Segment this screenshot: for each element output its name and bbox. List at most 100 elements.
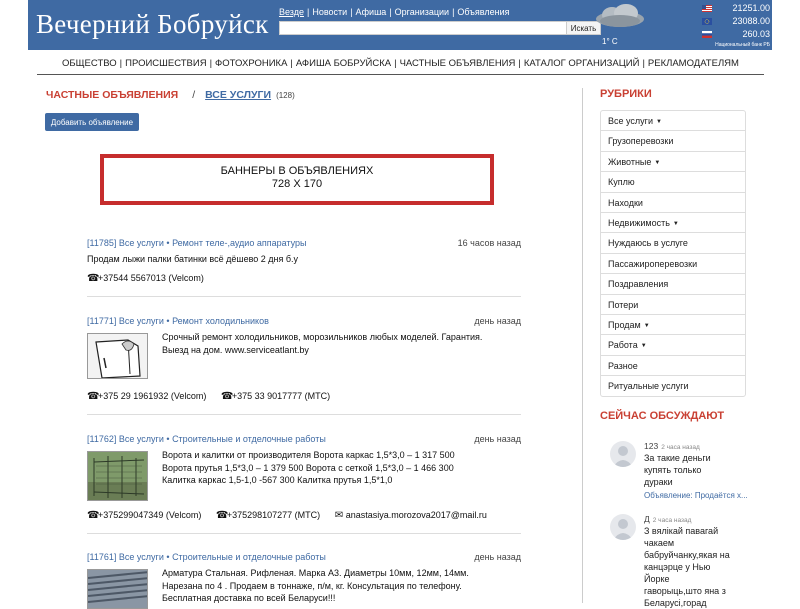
discussing-title: СЕЙЧАС ОБСУЖДАЮТ <box>600 410 725 422</box>
ad-item: [11762] Все услуги • Строительные и отде… <box>87 433 521 501</box>
ad-thumbnail[interactable] <box>87 451 148 501</box>
ad-subcategory[interactable]: Ремонт холодильников <box>172 316 269 326</box>
ad-text: Продам лыжи палки батинки всё дёшево 2 д… <box>87 253 521 266</box>
rubric-item-buy[interactable]: Куплю <box>601 172 745 193</box>
ad-id[interactable]: [11771] <box>87 316 116 326</box>
contact-email[interactable]: ✉ anastasiya.morozova2017@mail.ru <box>335 510 487 521</box>
nav-photochronicle[interactable]: ФОТОХРОНИКА <box>215 58 287 69</box>
ad-category[interactable]: Все услуги <box>119 238 164 248</box>
comment-line: дураки <box>644 477 673 487</box>
search-input[interactable] <box>280 22 540 34</box>
search-scope-links: Везде | Новости | Афиша | Организации | Объявлен… <box>279 7 510 17</box>
ad-id[interactable]: [11762] <box>87 434 116 444</box>
contact-phone[interactable]: ☎+375 29 1961932 (Velcom) <box>87 391 206 402</box>
contact-value: +37544 5567013 (Velcom) <box>98 273 204 283</box>
contact-phone[interactable]: ☎+375298107277 (МТС) <box>216 510 320 521</box>
caret-down-icon: ▼ <box>672 220 679 227</box>
phone-icon: ☎ <box>220 391 234 402</box>
nav-afisha[interactable]: АФИША БОБРУЙСКА <box>296 58 391 69</box>
caret-down-icon: ▼ <box>655 119 662 125</box>
ad-category[interactable]: Все услуги <box>119 552 164 562</box>
rubric-item-found[interactable]: Находки <box>601 193 745 213</box>
nav-incidents[interactable]: ПРОИСШЕСТВИЯ <box>125 58 206 69</box>
caret-down-icon: ▼ <box>640 343 647 350</box>
phone-icon: ☎ <box>87 510 100 521</box>
breadcrumb-separator: / <box>192 89 196 101</box>
comment-text: За такие деньги купять только дураки <box>644 452 750 488</box>
rubric-label: Находки <box>608 197 643 208</box>
rubric-item-cargo[interactable]: Грузоперевозки <box>601 131 745 152</box>
rubric-label: Работа <box>608 340 638 351</box>
contact-phone[interactable]: ☎+37544 5567013 (Velcom) <box>87 273 204 284</box>
breadcrumb-current[interactable]: ВСЕ УСЛУГИ <box>205 89 271 101</box>
ads-count: (128) <box>276 91 295 100</box>
breadcrumb-section[interactable]: ЧАСТНЫЕ ОБЪЯВЛЕНИЯ <box>46 89 178 101</box>
ad-subcategory[interactable]: Строительные и отделочные работы <box>172 552 326 562</box>
comment-line: бабруйчанку,якая на <box>644 550 730 560</box>
ad-category[interactable]: Все услуги <box>119 316 164 326</box>
ad-category[interactable]: Все услуги <box>119 434 164 444</box>
ad-divider <box>87 296 521 297</box>
rubric-item-work[interactable]: Работа ▼ <box>601 335 745 356</box>
rate-rub-value: 260.03 <box>742 29 770 39</box>
contact-value: anastasiya.morozova2017@mail.ru <box>345 510 487 520</box>
site-logo[interactable]: Вечерний Бобруйск <box>36 9 269 40</box>
rubric-label: Животные <box>608 156 652 167</box>
comment-time: 2 часа назад <box>652 517 692 524</box>
ad-divider <box>87 533 521 534</box>
site-header: Вечерний Бобруйск Везде | Новости | Афиша | Ор… <box>28 0 772 50</box>
contact-value: +375 33 9017777 (МТС) <box>231 391 331 401</box>
ad-header: [11771] Все услуги • Ремонт холодильнико… <box>87 316 521 326</box>
rubric-item-greetings[interactable]: Поздравления <box>601 274 745 295</box>
ad-thumbnail[interactable] <box>87 333 148 379</box>
ad-item: [11761] Все услуги • Строительные и отде… <box>87 551 521 609</box>
ad-item: [11785] Все услуги • Ремонт теле-,аудио … <box>87 237 521 266</box>
rubric-item-lost[interactable]: Потери <box>601 295 745 315</box>
ad-subcategory[interactable]: Ремонт теле-,аудио аппаратуры <box>172 238 306 248</box>
nav-catalog[interactable]: КАТАЛОГ ОРГАНИЗАЦИЙ <box>524 58 640 69</box>
contact-phone[interactable]: ☎+375 33 9017777 (МТС) <box>220 391 331 402</box>
ad-subcategory[interactable]: Строительные и отделочные работы <box>172 434 326 444</box>
rubric-item-need-service[interactable]: Нуждаюсь в услуге <box>601 233 745 254</box>
rebar-image <box>88 570 147 608</box>
ad-id[interactable]: [11785] <box>87 238 116 248</box>
comment-item: 123 2 часа назад За такие деньги купять т… <box>610 441 750 507</box>
contact-value: +375299047349 (Velcom) <box>98 510 202 520</box>
caret-down-icon: ▼ <box>654 159 661 166</box>
comment-author-name[interactable]: Д <box>644 514 650 524</box>
rubric-item-passenger[interactable]: Пассажироперевозки <box>601 254 745 275</box>
rubric-item-misc[interactable]: Разное <box>601 356 745 377</box>
comment-line: гаворыць,што яна з <box>644 586 726 596</box>
nav-divider <box>37 74 764 75</box>
cloud-weather-icon <box>596 4 644 27</box>
ad-id[interactable]: [11761] <box>87 552 116 562</box>
nav-advertisers[interactable]: РЕКЛАМОДАТЕЛЯМ <box>648 58 739 69</box>
rubric-item-realty[interactable]: Недвижимость ▼ <box>601 213 745 234</box>
rubric-item-all-services[interactable]: Все услуги ▼ <box>601 111 745 132</box>
scope-link-ads[interactable]: Объявления <box>457 7 509 17</box>
ad-item: [11771] Все услуги • Ремонт холодильнико… <box>87 315 521 379</box>
ad-text: Арматура Стальная. Рифленая. Марка А3. Д… <box>162 567 527 605</box>
rubric-label: Ритуальные услуги <box>608 381 689 392</box>
gate-image <box>88 452 147 500</box>
us-flag-icon <box>702 5 712 12</box>
rubric-label: Недвижимость <box>608 217 670 228</box>
ad-thumbnail[interactable] <box>87 569 148 609</box>
comment-ad-link[interactable]: Объявление: Продаётся х... <box>644 491 748 500</box>
scope-link-news[interactable]: Новости <box>312 7 347 17</box>
add-ad-button[interactable]: Добавить объявление <box>45 113 139 131</box>
ad-contacts: ☎+375 29 1961932 (Velcom) ☎+375 33 90177… <box>87 391 342 402</box>
comment-text: З вялікай павагай чакаем бабруйчанку,яка… <box>644 525 750 609</box>
contact-phone[interactable]: ☎+375299047349 (Velcom) <box>87 510 202 521</box>
rubric-item-animals[interactable]: Животные ▼ <box>601 152 745 173</box>
scope-link-everywhere[interactable]: Везде <box>279 7 304 17</box>
phone-icon: ☎ <box>87 273 100 284</box>
scope-link-organizations[interactable]: Организации <box>395 7 449 17</box>
rubric-item-sell[interactable]: Продам ▼ <box>601 315 745 336</box>
scope-link-afisha[interactable]: Афиша <box>356 7 387 17</box>
rubric-item-ritual[interactable]: Ритуальные услуги <box>601 376 745 396</box>
banner-placeholder[interactable]: БАННЕРЫ В ОБЪЯВЛЕНИЯХ 728 X 170 <box>100 154 494 205</box>
nav-private-ads[interactable]: ЧАСТНЫЕ ОБЪЯВЛЕНИЯ <box>400 58 516 69</box>
comment-author-name[interactable]: 123 <box>644 441 658 451</box>
nav-society[interactable]: ОБЩЕСТВО <box>62 58 117 69</box>
